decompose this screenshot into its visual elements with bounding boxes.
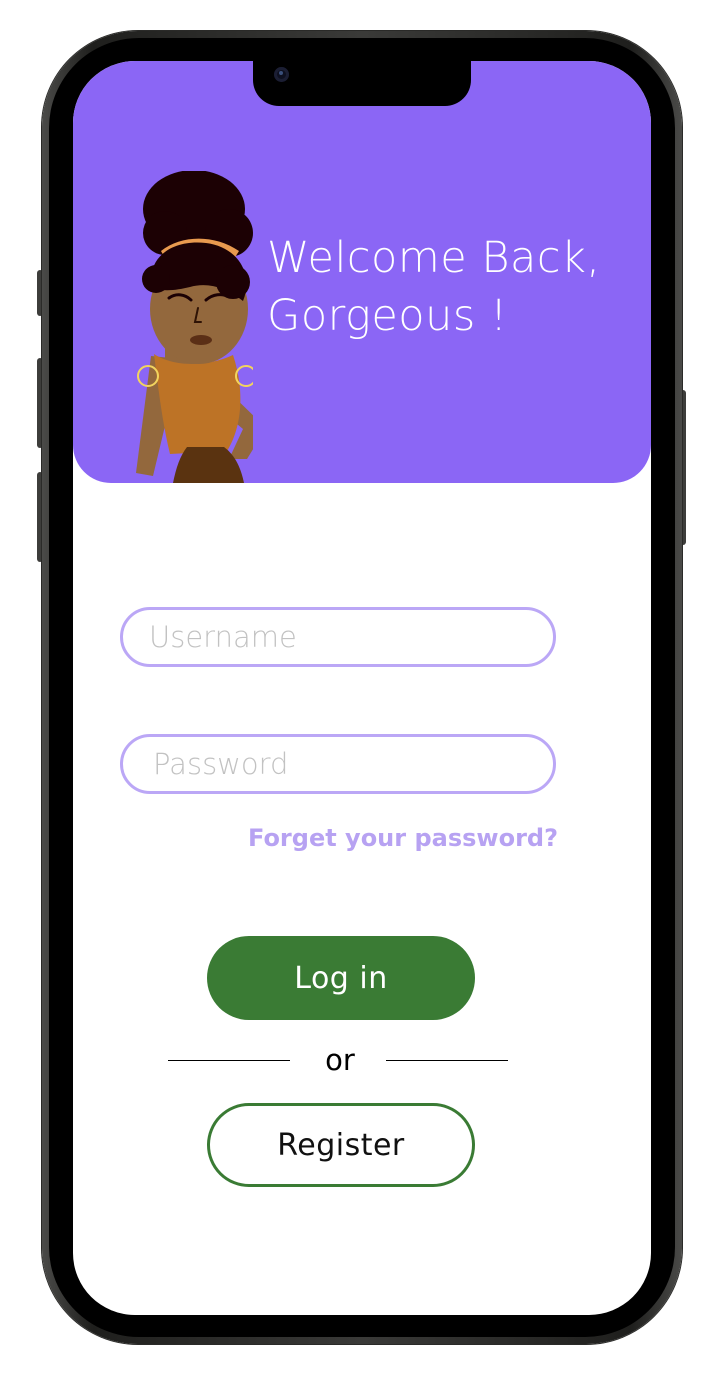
phone-mockup-stage: Welcome Back, Gorgeous ! Forget your pas… (0, 0, 722, 1388)
woman-avatar-illustration (136, 171, 253, 483)
welcome-title-line-2: Gorgeous ! (267, 291, 508, 341)
separator-or-text: or (325, 1043, 355, 1077)
camera-icon (274, 67, 289, 82)
log-in-button[interactable]: Log in (207, 936, 475, 1020)
password-field-wrapper (120, 734, 556, 794)
welcome-title-line-1: Welcome Back, (267, 233, 601, 283)
separator-line-left (168, 1060, 290, 1061)
avatar-right-earring (235, 365, 253, 387)
login-screen: Welcome Back, Gorgeous ! Forget your pas… (73, 61, 651, 1315)
avatar-left-curl (142, 265, 170, 293)
avatar-top (154, 354, 241, 454)
welcome-header: Welcome Back, Gorgeous ! (73, 61, 651, 483)
username-input[interactable] (123, 610, 553, 664)
password-input[interactable] (123, 737, 553, 791)
separator-line-right (386, 1060, 508, 1061)
avatar-mouth (190, 335, 212, 345)
phone-notch (253, 61, 471, 106)
username-field-wrapper (120, 607, 556, 667)
welcome-title: Welcome Back, Gorgeous ! (267, 229, 637, 345)
register-button[interactable]: Register (207, 1103, 475, 1187)
forgot-password-link[interactable]: Forget your password? (238, 821, 558, 855)
